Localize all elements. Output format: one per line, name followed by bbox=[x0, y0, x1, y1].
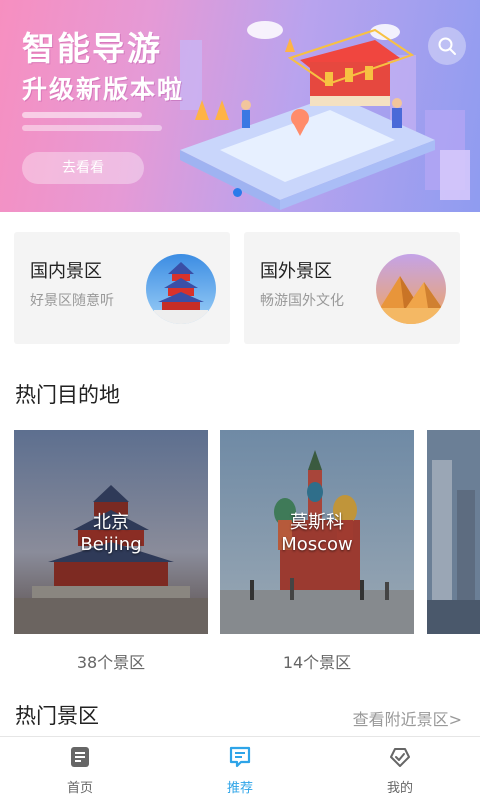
destination-spot-count: 14个景区 bbox=[282, 653, 352, 672]
category-card-foreign[interactable]: 国外景区 畅游国外文化 bbox=[244, 232, 460, 344]
banner-go-button[interactable]: 去看看 bbox=[22, 152, 144, 184]
destination-name-en: Moscow bbox=[281, 534, 353, 555]
tab-recommend[interactable]: 推荐 bbox=[160, 737, 320, 800]
bottom-tab-bar: 首页 推荐 我的 bbox=[0, 736, 480, 800]
section-title-hot-destinations: 热门目的地 bbox=[15, 383, 120, 407]
category-subtitle: 畅游国外文化 bbox=[260, 293, 344, 309]
destination-card-moscow[interactable]: 莫斯科 Moscow bbox=[220, 430, 414, 634]
home-doc-icon bbox=[71, 747, 89, 767]
search-button[interactable] bbox=[428, 27, 466, 65]
decor-stripe bbox=[22, 125, 162, 131]
singapore-photo bbox=[427, 430, 480, 634]
destination-card-beijing[interactable]: 北京 Beijing bbox=[14, 430, 208, 634]
category-name: 国外景区 bbox=[260, 261, 332, 282]
banner-title: 智能导游 bbox=[22, 29, 162, 68]
tab-label: 我的 bbox=[386, 781, 413, 796]
section-title-hot-spots: 热门景区 bbox=[15, 704, 99, 728]
destination-name-cn: 莫斯科 bbox=[290, 512, 344, 533]
category-card-domestic[interactable]: 国内景区 好景区随意听 bbox=[14, 232, 230, 344]
category-name: 国内景区 bbox=[30, 261, 102, 282]
pyramids-thumb bbox=[376, 254, 446, 324]
carousel-indicator-dot[interactable] bbox=[233, 188, 242, 197]
destination-name-en: Beijing bbox=[80, 534, 142, 555]
nearby-spots-link[interactable]: 查看附近景区> bbox=[353, 706, 462, 730]
search-icon bbox=[438, 37, 456, 55]
profile-heart-icon bbox=[390, 748, 410, 767]
promo-banner[interactable]: 智能导游 升级新版本啦 去看看 bbox=[0, 0, 480, 212]
category-subtitle: 好景区随意听 bbox=[30, 293, 114, 309]
recommend-chat-icon bbox=[229, 746, 251, 768]
city-illustration bbox=[180, 21, 470, 210]
destination-name-cn: 北京 bbox=[93, 512, 129, 533]
decor-stripe bbox=[22, 112, 142, 118]
tab-label: 推荐 bbox=[226, 781, 253, 796]
tab-mine[interactable]: 我的 bbox=[320, 737, 480, 800]
temple-of-heaven-thumb bbox=[146, 254, 216, 324]
banner-subtitle: 升级新版本啦 bbox=[22, 75, 185, 104]
destination-card-partial[interactable] bbox=[427, 430, 480, 634]
tab-label: 首页 bbox=[66, 781, 93, 796]
tab-home[interactable]: 首页 bbox=[0, 737, 160, 800]
destination-spot-count: 38个景区 bbox=[76, 653, 146, 672]
